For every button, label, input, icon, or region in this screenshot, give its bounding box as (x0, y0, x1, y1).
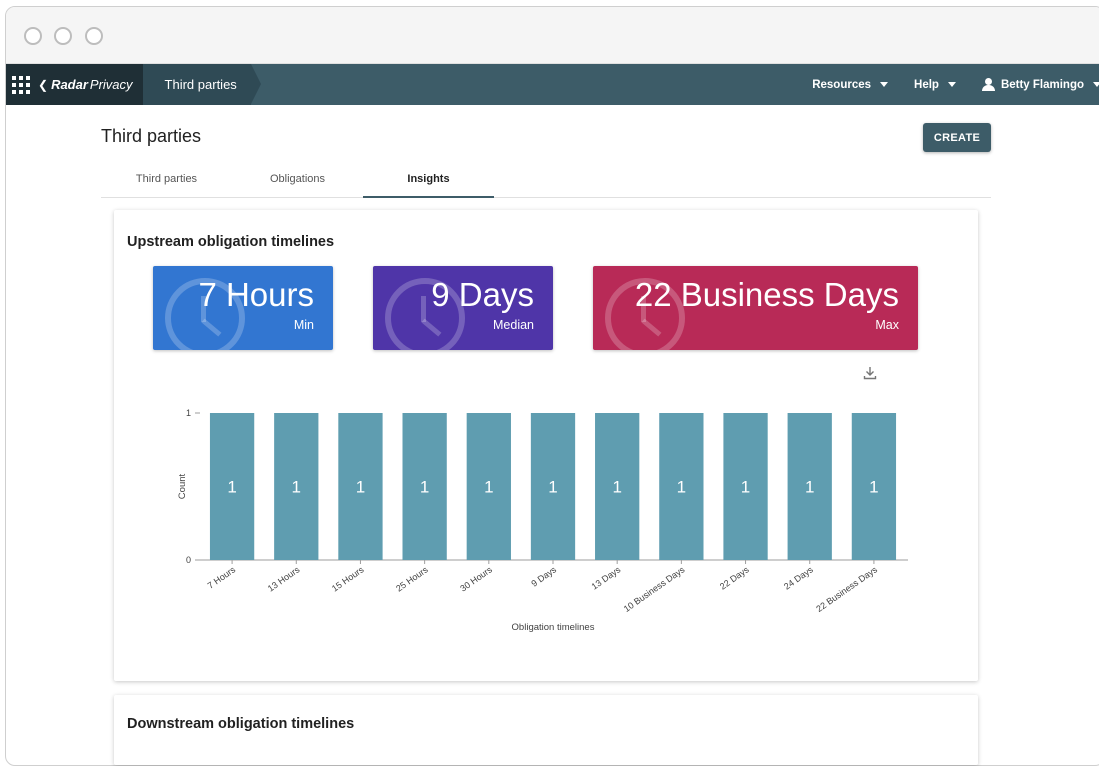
x-tick-label: 13 Days (590, 564, 623, 591)
x-tick-label: 30 Hours (458, 564, 494, 593)
bar-data-label: 1 (612, 478, 621, 497)
stat-min-value: 7 Hours (198, 276, 314, 313)
radar-logo-icon: ❮ (38, 77, 49, 92)
x-axis-label: Obligation timelines (512, 622, 595, 633)
stat-median-label: Median (493, 318, 534, 332)
window-maximize-dot[interactable] (85, 27, 103, 45)
y-tick-label: 0 (186, 555, 191, 565)
bar-data-label: 1 (869, 478, 878, 497)
user-name: Betty Flamingo (1000, 78, 1084, 91)
x-tick-label: 13 Hours (266, 564, 302, 593)
x-tick-label: 22 Business Days (814, 564, 879, 614)
bar-data-label: 1 (548, 478, 557, 497)
bar-data-label: 1 (741, 478, 750, 497)
downstream-title: Downstream obligation timelines (127, 716, 355, 732)
x-tick-label: 25 Hours (394, 564, 430, 593)
brand-segment: ❮ Radar Privacy (6, 64, 153, 105)
x-tick-label: 15 Hours (330, 564, 366, 593)
y-tick-label: 1 (186, 408, 191, 418)
nav-left: ❮ Radar Privacy Third parties (6, 64, 262, 105)
logo-radar-text: Radar (51, 77, 88, 92)
caret-down-icon (1093, 82, 1099, 87)
breadcrumb-third-parties[interactable]: Third parties (142, 64, 262, 105)
page-title: Third parties (101, 126, 202, 146)
bar-data-label: 1 (292, 478, 301, 497)
window-minimize-dot[interactable] (54, 27, 72, 45)
upstream-bar-chart: 0 1 1 7 Hours 1 13 Hours 1 15 Hours 1 25 Hours 1 30… (177, 408, 908, 633)
help-menu[interactable]: Help (914, 79, 956, 91)
stat-median-value: 9 Days (431, 276, 534, 313)
top-navbar: ❮ Radar Privacy Third parties Resources … (6, 64, 1099, 105)
x-tick-label: 7 Hours (206, 564, 238, 591)
window-close-dot[interactable] (24, 27, 42, 45)
tab-insights[interactable]: Insights (363, 167, 494, 198)
bar-data-label: 1 (420, 478, 429, 497)
nav-right: Resources Help Betty Flamingo (786, 64, 1099, 105)
bar-data-label: 1 (356, 478, 365, 497)
x-tick-label: 22 Days (718, 564, 751, 591)
window-titlebar (6, 7, 1099, 64)
stat-max-label: Max (875, 318, 899, 332)
stat-max: 22 Business Days Max (593, 266, 918, 350)
x-tick-label: 24 Days (782, 564, 815, 591)
x-tick-label: 9 Days (529, 564, 558, 589)
create-button[interactable]: CREATE (923, 123, 991, 152)
caret-down-icon (947, 82, 956, 87)
radar-privacy-logo[interactable]: ❮ Radar Privacy (38, 77, 133, 92)
stat-min: 7 Hours Min (153, 266, 333, 350)
resources-label: Resources (812, 78, 872, 91)
stat-min-label: Min (293, 318, 314, 332)
breadcrumb-label: Third parties (164, 77, 237, 92)
downstream-card: Downstream obligation timelines (114, 695, 978, 765)
stat-max-value: 22 Business Days (634, 276, 899, 313)
stat-median: 9 Days Median (373, 266, 553, 350)
y-axis-label: Count (177, 473, 188, 499)
app-grid-icon[interactable] (12, 75, 30, 94)
tab-obligations[interactable]: Obligations (232, 167, 363, 198)
resources-menu[interactable]: Resources (812, 78, 889, 91)
upstream-card: Upstream obligation timelines 7 Hours Mi… (114, 210, 978, 681)
bar-data-label: 1 (227, 478, 236, 497)
help-label: Help (914, 78, 939, 91)
user-icon (981, 78, 995, 91)
caret-down-icon (880, 82, 889, 87)
bar-data-label: 1 (805, 478, 814, 497)
bar-data-label: 1 (677, 478, 686, 497)
upstream-title: Upstream obligation timelines (127, 234, 335, 250)
logo-privacy-text: Privacy (89, 77, 133, 92)
tab-third-parties[interactable]: Third parties (101, 167, 232, 198)
download-icon[interactable] (863, 366, 877, 380)
bar-data-label: 1 (484, 478, 493, 497)
user-menu[interactable]: Betty Flamingo (981, 78, 1099, 91)
tab-bar: Third parties Obligations Insights (101, 167, 991, 198)
x-tick-label: 10 Business Days (622, 564, 687, 614)
